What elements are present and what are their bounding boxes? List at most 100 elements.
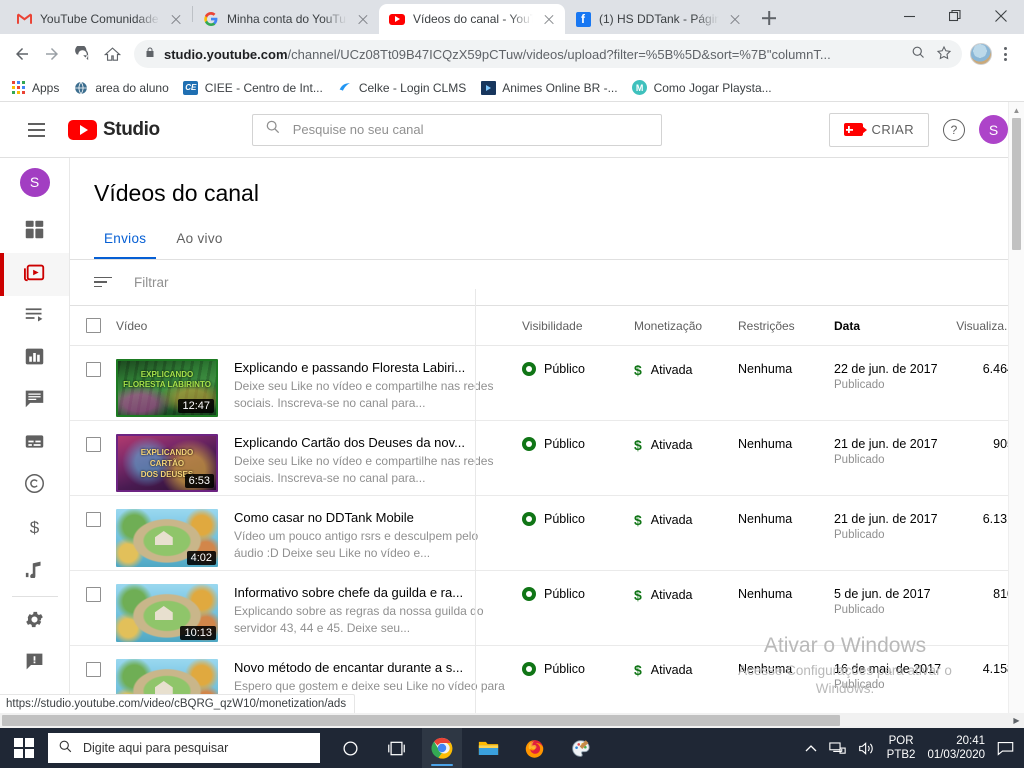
monetization-cell[interactable]: $ Ativada (634, 346, 738, 378)
video-thumbnail[interactable]: EXPLICANDO CARTÃO DOS DEUSES 6:53 (116, 434, 218, 492)
hamburger-menu-icon[interactable] (16, 110, 56, 150)
video-cell[interactable]: 4:02 Como casar no DDTank Mobile Vídeo u… (116, 496, 522, 567)
video-cell[interactable]: 10:13 Informativo sobre chefe da guilda … (116, 571, 522, 642)
minimize-icon[interactable] (886, 0, 932, 32)
column-header-restricoes[interactable]: Restrições (738, 319, 834, 333)
sidebar-item-analises[interactable] (0, 338, 69, 380)
visibility-cell[interactable]: Público (522, 496, 634, 526)
close-icon[interactable] (727, 11, 743, 27)
table-row[interactable]: 4:02 Como casar no DDTank Mobile Vídeo u… (70, 496, 1024, 571)
home-button[interactable] (98, 40, 126, 68)
back-button[interactable] (8, 40, 36, 68)
bookmark-como-jogar-playstation[interactable]: M Como Jogar Playsta... (632, 80, 772, 96)
cortana-icon[interactable] (330, 728, 370, 768)
video-title[interactable]: Explicando e passando Floresta Labiri... (234, 360, 508, 375)
account-avatar[interactable]: S (979, 115, 1008, 144)
new-tab-button[interactable] (755, 4, 783, 32)
browser-tab-2[interactable]: Minha conta do YouTube (193, 4, 379, 34)
column-header-video[interactable]: Vídeo (116, 319, 522, 333)
video-title[interactable]: Explicando Cartão dos Deuses da nov... (234, 435, 508, 450)
chrome-menu-icon[interactable] (994, 43, 1016, 65)
close-icon[interactable] (541, 11, 557, 27)
video-thumbnail[interactable]: EXPLICANDO FLORESTA LABIRINTO 12:47 (116, 359, 218, 417)
select-all-checkbox[interactable] (70, 318, 116, 333)
monetization-cell[interactable]: $ Ativada (634, 646, 738, 678)
sidebar-item-direitos-autorais[interactable] (0, 465, 69, 507)
tab-envios[interactable]: Envios (94, 225, 157, 259)
sidebar-item-painel[interactable] (0, 211, 69, 253)
monetization-cell[interactable]: $ Ativada (634, 496, 738, 528)
bookmark-star-icon[interactable] (936, 45, 952, 64)
table-row[interactable]: 10:13 Informativo sobre chefe da guilda … (70, 571, 1024, 646)
bookmark-ciee[interactable]: CE CIEE - Centro de Int... (183, 80, 323, 96)
address-bar[interactable]: studio.youtube.com/channel/UCz08Tt09B47I… (134, 40, 962, 68)
table-row[interactable]: EXPLICANDO FLORESTA LABIRINTO 12:47 Expli… (70, 346, 1024, 421)
scroll-up-arrow[interactable]: ▲ (1009, 102, 1024, 118)
monetization-cell[interactable]: $ Ativada (634, 421, 738, 453)
firefox-icon[interactable] (514, 728, 554, 768)
help-icon[interactable]: ? (943, 118, 965, 141)
reload-button[interactable] (68, 40, 96, 68)
forward-button[interactable] (38, 40, 66, 68)
bookmark-apps[interactable]: Apps (10, 80, 59, 96)
channel-search-box[interactable]: Pesquise no seu canal (251, 113, 662, 146)
language-indicator[interactable]: POR PTB2 (887, 734, 916, 762)
chrome-profile-avatar[interactable] (970, 43, 992, 65)
page-scrollbar-horizontal[interactable]: ▶ (0, 713, 1024, 728)
bookmark-celke[interactable]: Celke - Login CLMS (337, 80, 466, 96)
hscrollbar-thumb[interactable] (2, 715, 840, 726)
row-checkbox[interactable] (70, 646, 116, 677)
taskbar-search-box[interactable]: Digite aqui para pesquisar (48, 733, 320, 763)
create-button[interactable]: CRIAR (828, 112, 929, 147)
sidebar-item-configuracoes[interactable] (0, 601, 69, 643)
restore-icon[interactable] (932, 0, 978, 32)
studio-logo[interactable]: Studio (68, 119, 160, 141)
bookmark-animes-online[interactable]: Animes Online BR -... (480, 80, 618, 96)
row-checkbox[interactable] (70, 496, 116, 527)
video-title[interactable]: Como casar no DDTank Mobile (234, 510, 508, 525)
visibility-cell[interactable]: Público (522, 646, 634, 676)
close-icon[interactable] (355, 11, 371, 27)
close-icon[interactable] (168, 11, 184, 27)
row-checkbox[interactable] (70, 346, 116, 377)
sidebar-item-monetizacao[interactable]: $ (0, 507, 69, 549)
video-cell[interactable]: EXPLICANDO CARTÃO DOS DEUSES 6:53 Explican… (116, 421, 522, 492)
filter-icon[interactable] (94, 276, 112, 289)
filter-input[interactable]: Filtrar (134, 275, 169, 290)
scrollbar-thumb[interactable] (1012, 118, 1021, 250)
network-icon[interactable] (828, 741, 846, 756)
monetization-cell[interactable]: $ Ativada (634, 571, 738, 603)
visibility-cell[interactable]: Público (522, 421, 634, 451)
page-scrollbar-vertical[interactable]: ▲ ▼ (1008, 102, 1024, 728)
show-hidden-icons-chevron[interactable] (805, 744, 817, 753)
browser-tab-1[interactable]: YouTube Comunidade – (6, 4, 192, 34)
column-header-visibilidade[interactable]: Visibilidade (522, 319, 634, 333)
search-icon[interactable] (911, 45, 926, 63)
file-explorer-icon[interactable] (468, 728, 508, 768)
action-center-icon[interactable] (997, 741, 1014, 756)
browser-tab-3-active[interactable]: Vídeos do canal - YouTub (379, 4, 565, 34)
visibility-cell[interactable]: Público (522, 346, 634, 376)
sidebar-item-audioteca[interactable] (0, 550, 69, 592)
sidebar-item-comentarios[interactable] (0, 380, 69, 422)
video-title[interactable]: Informativo sobre chefe da guilda e ra..… (234, 585, 508, 600)
video-title[interactable]: Novo método de encantar durante a s... (234, 660, 508, 675)
clock[interactable]: 20:41 01/03/2020 (927, 734, 985, 762)
sidebar-item-legendas[interactable] (0, 423, 69, 465)
sidebar-item-videos[interactable] (0, 253, 69, 296)
chrome-icon[interactable] (422, 728, 462, 768)
row-checkbox[interactable] (70, 421, 116, 452)
video-thumbnail[interactable]: 10:13 (116, 584, 218, 642)
task-view-icon[interactable] (376, 728, 416, 768)
sidebar-channel-avatar[interactable]: S (19, 168, 50, 197)
visibility-cell[interactable]: Público (522, 571, 634, 601)
browser-tab-4[interactable]: f (1) HS DDTank - Página in (565, 4, 751, 34)
row-checkbox[interactable] (70, 571, 116, 602)
table-row[interactable]: EXPLICANDO CARTÃO DOS DEUSES 6:53 Explican… (70, 421, 1024, 496)
paint-icon[interactable] (560, 728, 600, 768)
sidebar-item-enviar-feedback[interactable] (0, 643, 69, 685)
close-icon[interactable] (978, 0, 1024, 32)
column-header-data[interactable]: Data (834, 319, 944, 333)
tab-ao-vivo[interactable]: Ao vivo (166, 225, 232, 259)
column-header-monetizacao[interactable]: Monetização (634, 319, 738, 333)
